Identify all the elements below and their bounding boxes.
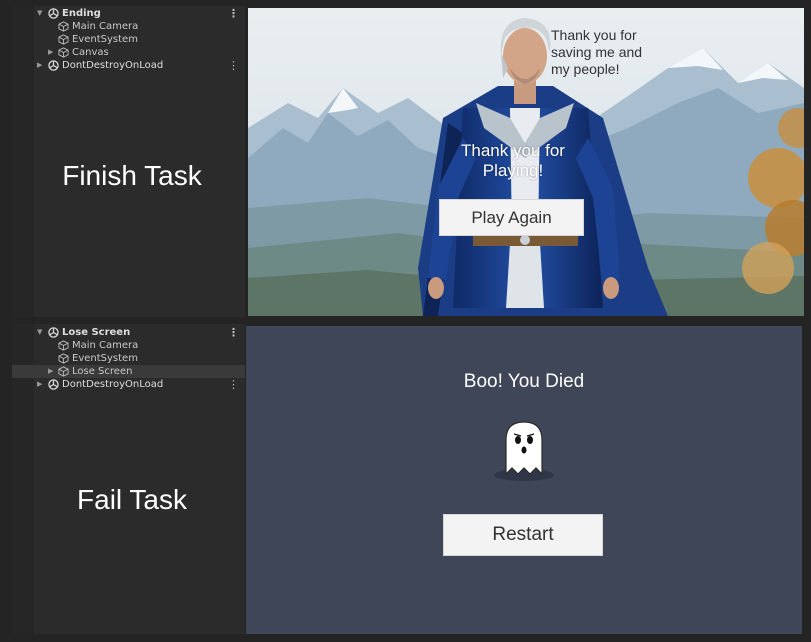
gameobject-cube-icon <box>58 47 69 58</box>
thanks-line: Thank you for <box>461 141 565 160</box>
thanks-for-playing-text: Thank you for Playing! <box>443 141 583 181</box>
gameobject-cube-icon <box>58 21 69 32</box>
scene-name: Ending <box>62 8 101 19</box>
kebab-menu-icon[interactable]: ⋮ <box>228 378 239 391</box>
gameobject-cube-icon <box>58 366 69 377</box>
expand-arrow-icon[interactable]: ▶ <box>48 46 53 59</box>
scene-name: DontDestroyOnLoad <box>62 60 164 71</box>
unity-scene-icon <box>48 327 59 338</box>
expand-arrow-icon[interactable]: ▶ <box>37 378 42 391</box>
hierarchy-item-eventsystem[interactable]: EventSystem <box>12 352 245 365</box>
fail-task-label: Fail Task <box>77 484 187 515</box>
gameobject-cube-icon <box>58 34 69 45</box>
finish-task-label: Finish Task <box>62 160 202 191</box>
hierarchy-item-lose-screen[interactable]: ▶ Lose Screen <box>12 365 245 378</box>
hierarchy-scene-dontdestroyonload[interactable]: ▶ DontDestroyOnLoad ⋮ <box>12 59 245 72</box>
kebab-menu-icon[interactable]: ⋮ <box>228 7 239 20</box>
hierarchy-item-main-camera[interactable]: Main Camera <box>12 339 245 352</box>
hierarchy-item-canvas[interactable]: ▶ Canvas <box>12 46 245 59</box>
collapse-arrow-icon[interactable]: ▼ <box>37 7 42 20</box>
thanks-line: Playing! <box>482 161 544 180</box>
hierarchy-item-label: EventSystem <box>72 34 138 45</box>
scene-name: Lose Screen <box>62 327 131 338</box>
play-again-button[interactable]: Play Again <box>439 199 584 236</box>
collapse-arrow-icon[interactable]: ▼ <box>37 326 42 339</box>
speech-line: my people! <box>551 61 620 77</box>
speech-text: Thank you for saving me and my people! <box>551 27 642 78</box>
hierarchy-item-main-camera[interactable]: Main Camera <box>12 20 245 33</box>
hierarchy-scene-lose-screen[interactable]: ▼ Lose Screen ⋮ <box>12 326 245 339</box>
hierarchy-item-label: EventSystem <box>72 353 138 364</box>
speech-line: saving me and <box>551 44 643 60</box>
kebab-menu-icon[interactable]: ⋮ <box>228 326 239 339</box>
scene-name: DontDestroyOnLoad <box>62 379 164 390</box>
kebab-menu-icon[interactable]: ⋮ <box>228 59 239 72</box>
hierarchy-scene-dontdestroyonload[interactable]: ▶ DontDestroyOnLoad ⋮ <box>12 378 245 391</box>
expand-arrow-icon[interactable]: ▶ <box>48 365 53 378</box>
hierarchy-item-label: Lose Screen <box>72 366 133 377</box>
restart-button[interactable]: Restart <box>443 514 603 556</box>
hierarchy-panel-lose-screen: ▼ Lose Screen ⋮ Main Camera EventSystem … <box>12 324 245 634</box>
game-view-ending: Thank you for saving me and my people! T… <box>248 8 804 316</box>
speech-line: Thank you for <box>551 27 637 43</box>
hierarchy-item-label: Main Camera <box>72 340 139 351</box>
expand-arrow-icon[interactable]: ▶ <box>37 59 42 72</box>
unity-scene-icon <box>48 8 59 19</box>
you-died-text: Boo! You Died <box>463 371 585 392</box>
gameobject-cube-icon <box>58 353 69 364</box>
ghost-icon <box>494 421 554 481</box>
hierarchy-item-label: Canvas <box>72 47 109 58</box>
gameobject-cube-icon <box>58 340 69 351</box>
unity-scene-icon <box>48 379 59 390</box>
game-view-lose-screen: Boo! You Died Restart <box>246 326 802 634</box>
unity-scene-icon <box>48 60 59 71</box>
hierarchy-scene-ending[interactable]: ▼ Ending ⋮ <box>12 7 245 20</box>
hierarchy-item-label: Main Camera <box>72 21 139 32</box>
hierarchy-item-eventsystem[interactable]: EventSystem <box>12 33 245 46</box>
